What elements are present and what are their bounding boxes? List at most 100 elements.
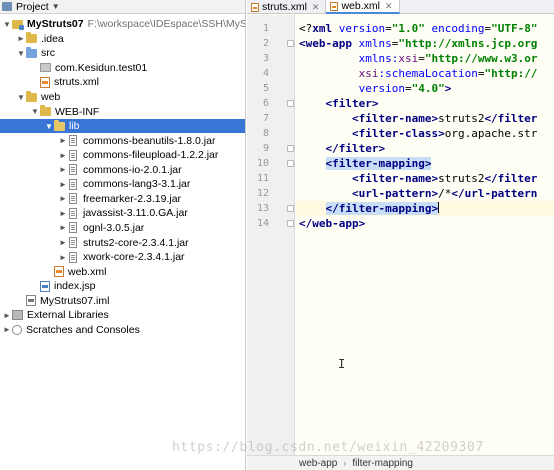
- line-number: 12: [256, 188, 269, 199]
- code-token: "4.0": [411, 82, 445, 95]
- tree-item[interactable]: ▼ MyStruts07 F:\workspace\IDEspace\SSH\MyS…: [0, 17, 246, 32]
- chevron-down-icon[interactable]: ▼: [2, 20, 12, 29]
- code-line: </web-app>: [299, 216, 365, 231]
- line-number: 5: [262, 83, 269, 94]
- line-number: 7: [262, 113, 269, 124]
- folder-icon: [40, 105, 51, 117]
- tree-item-label: commons-fileupload-1.2.2.jar: [83, 149, 219, 162]
- tree-item[interactable]: ► javassist-3.11.0.GA.jar: [0, 206, 245, 221]
- tab-struts-xml[interactable]: struts.xml ✕: [247, 0, 327, 14]
- code-line: </filter>: [299, 141, 386, 156]
- tree-item[interactable]: ▼ web: [0, 90, 245, 105]
- breadcrumb-item-filter-mapping[interactable]: filter-mapping: [352, 458, 413, 469]
- scratches-icon: [12, 324, 22, 335]
- chevron-right-icon[interactable]: ►: [16, 34, 26, 43]
- chevron-right-icon[interactable]: ►: [2, 311, 12, 320]
- tree-item[interactable]: ▼ lib: [0, 118, 245, 134]
- chevron-right-icon[interactable]: ►: [58, 238, 68, 247]
- chevron-right-icon[interactable]: ►: [58, 136, 68, 145]
- code-token: struts2: [438, 172, 485, 185]
- chevron-right-icon[interactable]: ►: [58, 194, 68, 203]
- code-line: xmlns:xsi="http://www.w3.or: [299, 51, 538, 66]
- close-icon[interactable]: ✕: [385, 1, 393, 12]
- fold-marker-icon[interactable]: [287, 145, 294, 152]
- editor-tab-bar: struts.xml ✕ web.xml ✕: [247, 0, 554, 14]
- tree-item-label: WEB-INF: [55, 105, 100, 118]
- tree-item[interactable]: ► commons-beanutils-1.8.0.jar: [0, 133, 245, 148]
- tree-item-label: commons-lang3-3.1.jar: [83, 178, 191, 191]
- chevron-right-icon[interactable]: ►: [58, 223, 68, 232]
- chevron-right-icon[interactable]: ►: [2, 325, 12, 334]
- code-line: <filter-class>org.apache.str: [299, 126, 537, 141]
- tab-web-xml[interactable]: web.xml ✕: [326, 0, 400, 14]
- code-line: xsi:schemaLocation="http://: [299, 66, 538, 81]
- tree-item[interactable]: ► xwork-core-2.3.4.1.jar: [0, 250, 245, 265]
- code-token: xmlns: [358, 37, 392, 50]
- line-number: 6: [262, 98, 269, 109]
- tree-item[interactable]: ► .idea: [0, 32, 245, 47]
- fold-marker-icon[interactable]: [287, 100, 294, 107]
- code-token: xmlns:: [358, 52, 399, 65]
- tree-item[interactable]: ► ognl-3.0.5.jar: [0, 221, 245, 236]
- module-folder-icon: [12, 19, 24, 30]
- tree-item[interactable]: ► External Libraries: [0, 308, 245, 323]
- tree-item[interactable]: ▼ src: [0, 46, 245, 61]
- chevron-right-icon[interactable]: ►: [58, 165, 68, 174]
- tree-item-label: com.Kesidun.test01: [55, 61, 148, 74]
- text-caret: [438, 202, 440, 213]
- chevron-right-icon[interactable]: ►: [58, 151, 68, 160]
- fold-marker-icon[interactable]: [287, 205, 294, 212]
- code-editor[interactable]: <?xml version="1.0" encoding="UTF-8" <web…: [296, 15, 554, 455]
- code-token: <filter-name>: [351, 112, 439, 125]
- tree-item[interactable]: ► Scratches and Consoles: [0, 323, 245, 338]
- chevron-down-icon[interactable]: ▼: [16, 49, 26, 58]
- tree-item[interactable]: ► freemarker-2.3.19.jar: [0, 192, 245, 207]
- chevron-right-icon[interactable]: ►: [58, 180, 68, 189]
- chevron-down-icon[interactable]: ▼: [52, 2, 60, 11]
- chevron-down-icon[interactable]: ▼: [44, 122, 54, 131]
- project-panel-header[interactable]: Project ▼: [0, 0, 245, 14]
- close-icon[interactable]: ✕: [312, 2, 320, 13]
- text-cursor-icon: I: [338, 357, 346, 371]
- code-token: <filter-mapping>: [325, 157, 432, 170]
- tree-item[interactable]: ► commons-fileupload-1.2.2.jar: [0, 148, 245, 163]
- chevron-down-icon[interactable]: ▼: [30, 107, 40, 116]
- tree-item[interactable]: ▼ WEB-INF: [0, 104, 245, 119]
- jar-icon: [69, 193, 77, 205]
- tree-item-label: ognl-3.0.5.jar: [83, 221, 145, 234]
- tree-item[interactable]: ► commons-io-2.0.1.jar: [0, 163, 245, 178]
- code-token: "UTF-8": [491, 22, 538, 35]
- tree-item[interactable]: MyStruts07.iml: [0, 293, 245, 308]
- fold-marker-icon[interactable]: [287, 160, 294, 167]
- source-folder-icon: [26, 46, 37, 58]
- chevron-right-icon[interactable]: ►: [58, 209, 68, 218]
- tree-item[interactable]: ► commons-lang3-3.1.jar: [0, 177, 245, 192]
- tree-item-label: freemarker-2.3.19.jar: [83, 192, 182, 205]
- code-token: "http://www.w3.or: [424, 52, 538, 65]
- fold-marker-icon[interactable]: [287, 220, 294, 227]
- chevron-right-icon: ›: [343, 458, 347, 468]
- line-number: 14: [256, 218, 269, 229]
- line-number: 13: [256, 203, 269, 214]
- tree-item[interactable]: struts.xml: [0, 75, 245, 90]
- chevron-right-icon[interactable]: ►: [58, 253, 68, 262]
- code-line: <filter-mapping>: [299, 156, 432, 171]
- tree-item[interactable]: web.xml: [0, 264, 245, 279]
- tree-item-label: Scratches and Consoles: [26, 323, 140, 336]
- jar-icon: [69, 149, 77, 161]
- line-number: 8: [262, 128, 269, 139]
- tree-item[interactable]: ► struts2-core-2.3.4.1.jar: [0, 235, 245, 250]
- code-token: <web-app: [299, 37, 359, 50]
- xml-file-icon: [54, 266, 64, 278]
- tree-item[interactable]: index.jsp: [0, 279, 245, 294]
- chevron-down-icon[interactable]: ▼: [16, 93, 26, 102]
- tree-item[interactable]: com.Kesidun.test01: [0, 61, 245, 76]
- code-token: </filter>: [325, 142, 386, 155]
- breadcrumb-item-web-app[interactable]: web-app: [299, 458, 337, 469]
- iml-file-icon: [26, 295, 36, 307]
- project-path: F:\workspace\IDEspace\SSH\MyStruts07: [87, 18, 246, 31]
- fold-marker-icon[interactable]: [287, 40, 294, 47]
